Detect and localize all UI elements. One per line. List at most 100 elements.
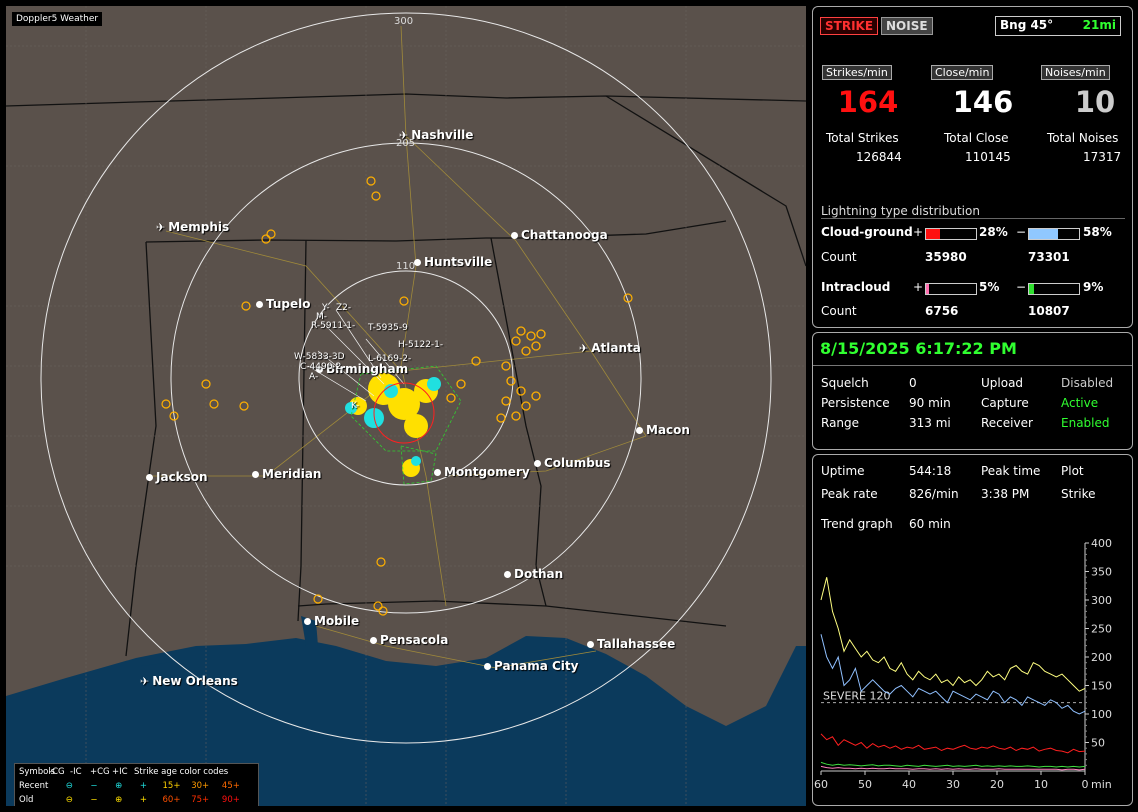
storm-label: K- bbox=[351, 401, 360, 411]
trend-series-line-3 bbox=[820, 761, 1086, 768]
squelch-value: 0 bbox=[909, 376, 917, 390]
range-ring-label: 300 bbox=[394, 16, 414, 27]
peak-rate-value: 826/min bbox=[909, 487, 959, 501]
city-nashville[interactable]: ✈ Nashville bbox=[399, 128, 473, 142]
city-dot-icon bbox=[414, 259, 421, 266]
y-tick-label: 50 bbox=[1091, 737, 1105, 750]
app-title: Doppler5 Weather bbox=[12, 12, 103, 26]
storm-label: C-4490-2 bbox=[300, 362, 342, 372]
persistence-label: Persistence bbox=[821, 396, 890, 410]
cg-negative-pct: 58% bbox=[1083, 225, 1112, 239]
plot-label: Plot bbox=[1061, 464, 1084, 478]
strike-cluster-east bbox=[446, 326, 546, 423]
city-panama-city[interactable]: Panama City bbox=[484, 659, 578, 673]
city-chattanooga[interactable]: Chattanooga bbox=[511, 228, 608, 242]
city-dot-icon bbox=[252, 471, 259, 478]
city-dot-icon bbox=[146, 474, 153, 481]
y-tick-label: 350 bbox=[1091, 566, 1112, 579]
city-dot-icon bbox=[636, 427, 643, 434]
symbol-legend: Symbols-CG -IC +CG +IC Strike age color code… bbox=[14, 763, 259, 806]
range-ring-label: 110 bbox=[396, 261, 416, 272]
ic-negative-bar bbox=[1028, 283, 1080, 295]
distribution-title: Lightning type distribution bbox=[821, 204, 980, 218]
storm-label: T-5935-9 bbox=[368, 323, 408, 333]
upload-value: Disabled bbox=[1061, 376, 1114, 390]
capture-label: Capture bbox=[981, 396, 1029, 410]
ic-positive-pct: 5% bbox=[979, 280, 1000, 294]
y-tick-label: 100 bbox=[1091, 708, 1112, 721]
airport-icon: ✈ bbox=[140, 675, 150, 688]
trend-panel: Uptime 544:18 Peak time Plot Peak rate 8… bbox=[812, 454, 1133, 806]
x-tick-label: 60 bbox=[814, 778, 828, 791]
city-meridian[interactable]: Meridian bbox=[252, 467, 321, 481]
total-strikes-label: Total Strikes bbox=[826, 131, 899, 145]
storm-label: H-5122-1- bbox=[398, 340, 444, 350]
bearing-value: Bng 45° bbox=[1000, 18, 1054, 32]
city-dot-icon bbox=[434, 469, 441, 476]
distance-value: 21mi bbox=[1082, 18, 1116, 32]
city-memphis[interactable]: ✈ Memphis bbox=[156, 220, 229, 234]
y-tick-label: 300 bbox=[1091, 594, 1112, 607]
intracloud-label: Intracloud bbox=[821, 280, 891, 294]
city-jackson[interactable]: Jackson bbox=[146, 470, 208, 484]
squelch-label: Squelch bbox=[821, 376, 869, 390]
noises-per-min-value: 10 bbox=[1074, 85, 1116, 119]
y-tick-label: 400 bbox=[1091, 539, 1112, 550]
pos-ic-recent-icon: + bbox=[139, 781, 147, 791]
city-dothan[interactable]: Dothan bbox=[504, 567, 563, 581]
upload-label: Upload bbox=[981, 376, 1024, 390]
strike-mode-button[interactable]: STRIKE bbox=[820, 17, 879, 35]
ic-positive-bar bbox=[925, 283, 977, 295]
pos-cg-recent-icon: ⊕ bbox=[115, 781, 123, 791]
strikes-per-min-value: 164 bbox=[837, 85, 899, 119]
bearing-readout: Bng 45° 21mi bbox=[995, 16, 1121, 36]
storm-label: A- bbox=[309, 372, 319, 382]
city-tallahassee[interactable]: Tallahassee bbox=[587, 637, 675, 651]
ic-positive-count: 6756 bbox=[925, 304, 959, 318]
x-tick-label: 0 bbox=[1082, 778, 1089, 791]
city-tupelo[interactable]: Tupelo bbox=[256, 297, 311, 311]
noise-mode-button[interactable]: NOISE bbox=[881, 17, 933, 35]
uptime-value: 544:18 bbox=[909, 464, 952, 478]
neg-cg-old-icon: ⊖ bbox=[65, 795, 73, 805]
storm-label: Z2- bbox=[336, 303, 352, 313]
x-tick-label: 20 bbox=[990, 778, 1004, 791]
y-tick-label: 250 bbox=[1091, 623, 1112, 636]
neg-ic-recent-icon: − bbox=[90, 781, 98, 791]
x-tick-label: 40 bbox=[902, 778, 916, 791]
total-strikes-value: 126844 bbox=[856, 150, 902, 164]
trend-series-line-4 bbox=[820, 765, 1086, 771]
airport-icon: ✈ bbox=[156, 221, 166, 234]
city-dot-icon bbox=[370, 637, 377, 644]
total-noises-label: Total Noises bbox=[1047, 131, 1119, 145]
total-close-value: 110145 bbox=[965, 150, 1011, 164]
lightning-map[interactable]: Doppler5 Weather 300 205 110 ✈ Nashville … bbox=[6, 6, 806, 806]
peak-rate-label: Peak rate bbox=[821, 487, 878, 501]
strike-stats-panel: STRIKE NOISE Bng 45° 21mi Strikes/min Cl… bbox=[812, 6, 1133, 328]
ic-negative-pct: 9% bbox=[1083, 280, 1104, 294]
city-mobile[interactable]: Mobile bbox=[304, 614, 359, 628]
city-columbus[interactable]: Columbus bbox=[534, 456, 611, 470]
range-label: Range bbox=[821, 416, 860, 430]
ic-count-label: Count bbox=[821, 304, 857, 318]
city-new-orleans[interactable]: ✈ New Orleans bbox=[140, 674, 238, 688]
cloud-ground-label: Cloud-ground bbox=[821, 225, 913, 239]
x-tick-label: 10 bbox=[1034, 778, 1048, 791]
city-montgomery[interactable]: Montgomery bbox=[434, 465, 530, 479]
persistence-value: 90 min bbox=[909, 396, 951, 410]
cg-negative-bar bbox=[1028, 228, 1080, 240]
strike-cluster-central bbox=[345, 373, 441, 477]
city-dot-icon bbox=[304, 618, 311, 625]
city-macon[interactable]: Macon bbox=[636, 423, 690, 437]
peak-time-value: 3:38 PM bbox=[981, 487, 1030, 501]
city-dot-icon bbox=[484, 663, 491, 670]
strikes-per-min-header: Strikes/min bbox=[822, 65, 892, 80]
receiver-label: Receiver bbox=[981, 416, 1033, 430]
total-close-label: Total Close bbox=[944, 131, 1009, 145]
plot-value[interactable]: Strike bbox=[1061, 487, 1096, 501]
city-huntsville[interactable]: Huntsville bbox=[414, 255, 492, 269]
uptime-label: Uptime bbox=[821, 464, 865, 478]
city-atlanta[interactable]: ✈ Atlanta bbox=[579, 341, 641, 355]
airport-icon: ✈ bbox=[579, 342, 589, 355]
city-pensacola[interactable]: Pensacola bbox=[370, 633, 448, 647]
